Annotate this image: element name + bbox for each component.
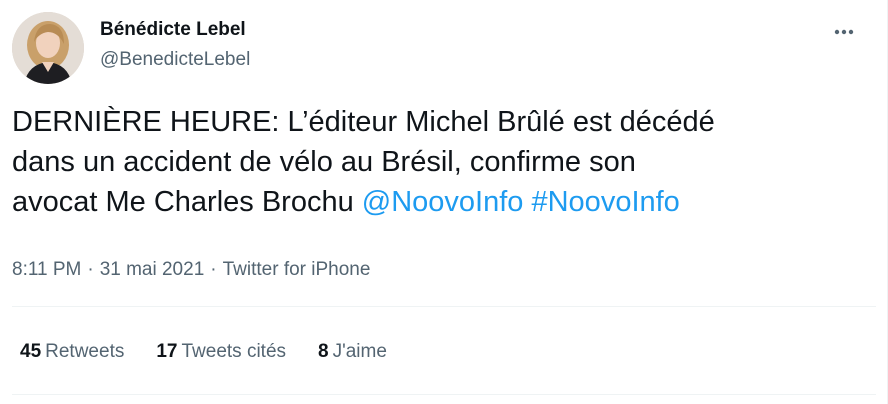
tweet-text: DERNIÈRE HEURE: L’éditeur Michel Brûlé e… xyxy=(12,102,876,222)
more-options-button[interactable] xyxy=(826,20,862,44)
more-horizontal-icon xyxy=(834,29,854,35)
meta-separator: · xyxy=(87,259,94,280)
tweet-date[interactable]: 31 mai 2021 xyxy=(100,259,205,280)
quotes-label: Tweets cités xyxy=(181,341,287,362)
divider xyxy=(12,394,876,395)
tweet-stats: 45 Retweets 17 Tweets cités 8 J'aime xyxy=(20,340,419,364)
likes-stat[interactable]: 8 J'aime xyxy=(318,340,387,364)
user-handle[interactable]: @BenedicteLebel xyxy=(100,48,250,72)
mention-link[interactable]: @NoovoInfo xyxy=(362,186,524,218)
retweets-stat[interactable]: 45 Retweets xyxy=(20,340,124,364)
display-name[interactable]: Bénédicte Lebel xyxy=(100,18,250,42)
quote-tweets-stat[interactable]: 17 Tweets cités xyxy=(156,340,286,364)
avatar-image xyxy=(12,12,84,84)
retweets-label: Retweets xyxy=(45,341,125,362)
retweets-count: 45 xyxy=(20,341,42,362)
likes-count: 8 xyxy=(318,341,329,362)
tweet-time[interactable]: 8:11 PM xyxy=(12,259,81,280)
tweet-header: Bénédicte Lebel @BenedicteLebel xyxy=(12,12,876,84)
tweet-metadata: 8:11 PM · 31 mai 2021 · Twitter for iPhone xyxy=(12,258,370,282)
meta-separator: · xyxy=(210,259,217,280)
divider xyxy=(12,306,876,307)
tweet-card: Bénédicte Lebel @BenedicteLebel DERNIÈRE… xyxy=(0,0,888,404)
quotes-count: 17 xyxy=(156,341,178,362)
tweet-source[interactable]: Twitter for iPhone xyxy=(223,259,371,280)
likes-label: J'aime xyxy=(332,341,387,362)
avatar[interactable] xyxy=(12,12,84,84)
hashtag-link[interactable]: #NoovoInfo xyxy=(531,186,679,218)
user-info: Bénédicte Lebel @BenedicteLebel xyxy=(100,18,250,72)
